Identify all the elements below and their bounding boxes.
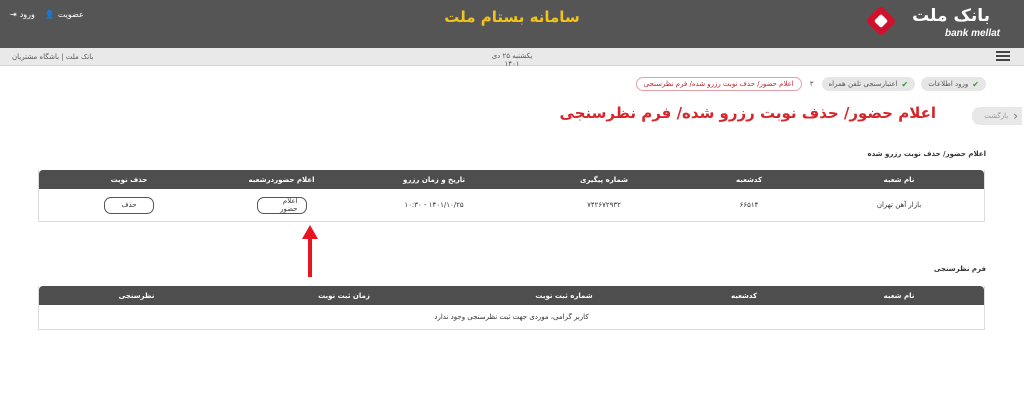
- subbar-links[interactable]: بانک ملت | باشگاه مشتریان: [12, 53, 93, 61]
- reservations-table-header: نام شعبه کدشعبه شماره پیگیری تاریخ و زما…: [39, 170, 984, 189]
- cell-branch-code: ۶۶۵۱۴: [739, 201, 759, 209]
- bank-logo[interactable]: بانک ملت bank mellat: [858, 5, 1004, 42]
- red-arrow-icon: [302, 225, 318, 277]
- cell-delete: حذف: [39, 189, 219, 221]
- col-reserve-datetime: تاریخ و زمان رزرو: [402, 175, 466, 184]
- table-row: بازار آهن تهران ۶۶۵۱۴ ۷۴۲۶۷۲۹۳۲ ۱۴۰۱/۱۰/…: [39, 189, 984, 221]
- step-breadcrumbs: ✔ ورود اطلاعات ✔ اعتبارسنجی تلفن همراه ۳ ا…: [635, 77, 986, 91]
- col-attend: اعلام حضوردرشعبه: [248, 175, 315, 184]
- check-icon: ✔: [972, 79, 979, 89]
- col-registration-number: شماره ثبت نوبت: [535, 291, 593, 300]
- cell-reserve-datetime: ۱۴۰۱/۱۰/۲۵ - ۱۰:۳۰: [404, 201, 464, 209]
- col-delete: حذف نوبت: [110, 175, 148, 184]
- chevron-right-icon: ›: [1013, 109, 1018, 123]
- step-number: ۳: [809, 80, 814, 88]
- survey-table-header: نام شعبه کدشعبه شماره ثبت نوبت زمان ثبت …: [39, 286, 984, 305]
- table-row: کاربر گرامی، موردی جهت ثبت نظرسنجی وجود …: [39, 305, 984, 329]
- step-current[interactable]: اعلام حضور/ حذف نوبت رزرو شده/ فرم نظرسن…: [635, 77, 802, 91]
- logo-text-fa: بانک ملت: [912, 6, 990, 26]
- back-button[interactable]: بازگشت ›: [972, 107, 1022, 125]
- top-header: ⇥ ورود 👤 عضویت سامانه بستام ملت بانک ملت b…: [0, 0, 1024, 48]
- col-branch-name: نام شعبه: [883, 291, 915, 300]
- attend-button[interactable]: اعلام حضور: [256, 196, 307, 214]
- survey-empty-message: کاربر گرامی، موردی جهت ثبت نظرسنجی وجود …: [434, 313, 589, 321]
- sub-bar: یکشنبه ۲۵ دی ۱۴۰۱ بانک ملت | باشگاه مشتر…: [0, 48, 1024, 68]
- reservations-section-label: اعلام حضور/ حذف نوبت رزرو شده: [867, 150, 986, 158]
- cell-branch-name: بازار آهن تهران: [876, 201, 922, 209]
- current-date: یکشنبه ۲۵ دی ۱۴۰۱: [491, 52, 533, 68]
- col-registration-time: زمان ثبت نوبت: [318, 291, 370, 300]
- step-mobile-verification[interactable]: ✔ اعتبارسنجی تلفن همراه: [821, 77, 916, 91]
- survey-table: نام شعبه کدشعبه شماره ثبت نوبت زمان ثبت …: [38, 286, 985, 330]
- cell-attend: اعلام حضور: [219, 189, 344, 221]
- survey-section-label: فرم نظرسنجی: [933, 265, 986, 273]
- delete-button[interactable]: حذف: [104, 196, 154, 214]
- page-title: اعلام حضور/ حذف نوبت رزرو شده/ فرم نظرسن…: [559, 104, 936, 122]
- logo-text-en: bank mellat: [944, 28, 1000, 39]
- step-data-entry[interactable]: ✔ ورود اطلاعات: [921, 77, 986, 91]
- col-tracking-number: شماره پیگیری: [580, 175, 628, 184]
- col-survey: نظرسنجی: [118, 291, 155, 300]
- reservations-table: نام شعبه کدشعبه شماره پیگیری تاریخ و زما…: [38, 170, 985, 222]
- col-branch-code: کدشعبه: [735, 175, 763, 184]
- check-icon: ✔: [901, 79, 909, 89]
- col-branch-code: کدشعبه: [730, 291, 758, 300]
- col-branch-name: نام شعبه: [883, 175, 915, 184]
- cell-tracking-number: ۷۴۲۶۷۲۹۳۲: [587, 201, 621, 209]
- bank-emblem-icon: [865, 5, 897, 37]
